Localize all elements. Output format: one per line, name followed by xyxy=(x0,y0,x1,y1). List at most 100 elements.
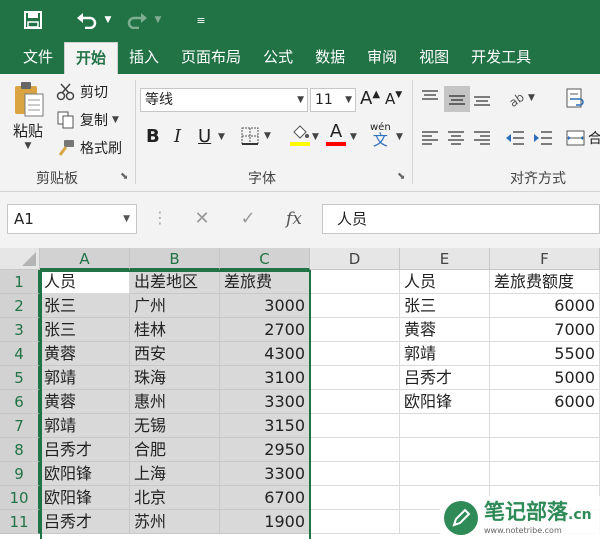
cell-d2[interactable] xyxy=(310,294,400,318)
column-header-a[interactable]: A xyxy=(40,248,130,270)
tab-data[interactable]: 数据 xyxy=(304,42,356,74)
cell-f2[interactable]: 6000 xyxy=(490,294,600,318)
cell-d5[interactable] xyxy=(310,366,400,390)
tab-review[interactable]: 审阅 xyxy=(356,42,408,74)
decrease-indent-button[interactable] xyxy=(504,128,526,148)
undo-dropdown-icon[interactable]: ▼ xyxy=(102,5,114,35)
column-header-d[interactable]: D xyxy=(310,248,400,270)
save-icon[interactable] xyxy=(18,5,48,35)
name-box[interactable]: A1 ▼ xyxy=(7,204,137,234)
cell-e7[interactable] xyxy=(400,414,490,438)
row-header-11[interactable]: 11 xyxy=(0,510,40,534)
cell-a9[interactable]: 欧阳锋 xyxy=(40,462,130,486)
tab-developer[interactable]: 开发工具 xyxy=(460,42,542,74)
cell-a5[interactable]: 郭靖 xyxy=(40,366,130,390)
cell-d8[interactable] xyxy=(310,438,400,462)
redo-icon[interactable] xyxy=(122,5,152,35)
cell-c4[interactable]: 4300 xyxy=(220,342,310,366)
name-box-dropdown-icon[interactable]: ▼ xyxy=(123,205,130,233)
cell-e4[interactable]: 郭靖 xyxy=(400,342,490,366)
cell-f4[interactable]: 5500 xyxy=(490,342,600,366)
font-size-box[interactable]: 11 ▼ xyxy=(310,88,356,112)
cell-a2[interactable]: 张三 xyxy=(40,294,130,318)
cell-f3[interactable]: 7000 xyxy=(490,318,600,342)
fill-color-dropdown-icon[interactable]: ▼ xyxy=(312,132,319,142)
align-right-button[interactable] xyxy=(472,128,492,148)
paste-button[interactable]: 粘贴 ▼ xyxy=(8,80,48,151)
shrink-font-button[interactable]: A ▼ xyxy=(385,90,402,108)
cell-f9[interactable] xyxy=(490,462,600,486)
row-header-8[interactable]: 8 xyxy=(0,438,40,462)
cell-c2[interactable]: 3000 xyxy=(220,294,310,318)
row-header-3[interactable]: 3 xyxy=(0,318,40,342)
cell-a7[interactable]: 郭靖 xyxy=(40,414,130,438)
format-painter-button[interactable]: 格式刷 xyxy=(56,138,122,158)
tab-formulas[interactable]: 公式 xyxy=(252,42,304,74)
align-middle-button[interactable] xyxy=(444,86,470,112)
cancel-button[interactable]: ✕ xyxy=(188,206,216,232)
phonetic-dropdown-icon[interactable]: ▼ xyxy=(396,132,403,142)
cell-f1[interactable]: 差旅费额度 xyxy=(490,270,600,294)
cell-f5[interactable]: 5000 xyxy=(490,366,600,390)
cell-c8[interactable]: 2950 xyxy=(220,438,310,462)
cell-d10[interactable] xyxy=(310,486,400,510)
copy-button[interactable]: 复制 ▼ xyxy=(56,110,119,130)
tab-home[interactable]: 开始 xyxy=(64,42,119,74)
bold-button[interactable]: B xyxy=(146,126,160,147)
tab-view[interactable]: 视图 xyxy=(408,42,460,74)
align-left-button[interactable] xyxy=(420,128,440,148)
cell-d11[interactable] xyxy=(310,510,400,534)
orientation-button[interactable]: ab ▼ xyxy=(506,88,535,108)
row-header-1[interactable]: 1 xyxy=(0,270,40,294)
font-name-dropdown-icon[interactable]: ▼ xyxy=(297,89,304,111)
row-header-4[interactable]: 4 xyxy=(0,342,40,366)
cell-b8[interactable]: 合肥 xyxy=(130,438,220,462)
redo-dropdown-icon[interactable]: ▼ xyxy=(152,5,164,35)
tab-page-layout[interactable]: 页面布局 xyxy=(170,42,252,74)
cell-e8[interactable] xyxy=(400,438,490,462)
cell-c10[interactable]: 6700 xyxy=(220,486,310,510)
cell-c6[interactable]: 3300 xyxy=(220,390,310,414)
column-header-b[interactable]: B xyxy=(130,248,220,270)
cell-f6[interactable]: 6000 xyxy=(490,390,600,414)
cell-a11[interactable]: 吕秀才 xyxy=(40,510,130,534)
font-size-dropdown-icon[interactable]: ▼ xyxy=(345,89,352,111)
cell-a3[interactable]: 张三 xyxy=(40,318,130,342)
italic-button[interactable]: I xyxy=(174,126,181,147)
fill-color-button[interactable] xyxy=(290,124,310,146)
cell-e2[interactable]: 张三 xyxy=(400,294,490,318)
align-top-button[interactable] xyxy=(420,88,440,108)
cell-e1[interactable]: 人员 xyxy=(400,270,490,294)
insert-function-button[interactable]: fx xyxy=(280,206,308,232)
font-launcher-icon[interactable]: ⬊ xyxy=(397,171,405,182)
clipboard-launcher-icon[interactable]: ⬊ xyxy=(120,171,128,182)
customize-icon[interactable]: ≡ xyxy=(186,5,216,35)
cell-a1[interactable]: 人员 xyxy=(40,270,130,294)
cell-c7[interactable]: 3150 xyxy=(220,414,310,438)
row-header-5[interactable]: 5 xyxy=(0,366,40,390)
wrap-text-button[interactable] xyxy=(566,88,588,108)
formula-input[interactable]: 人员 xyxy=(322,204,600,234)
enter-button[interactable]: ✓ xyxy=(234,206,262,232)
underline-dropdown-icon[interactable]: ▼ xyxy=(218,132,225,142)
grow-font-button[interactable]: A ▲ xyxy=(360,88,380,109)
cell-b11[interactable]: 苏州 xyxy=(130,510,220,534)
cell-c9[interactable]: 3300 xyxy=(220,462,310,486)
cell-d3[interactable] xyxy=(310,318,400,342)
cell-b7[interactable]: 无锡 xyxy=(130,414,220,438)
formula-bar-grip-icon[interactable]: ⋮ xyxy=(152,210,168,226)
cell-d9[interactable] xyxy=(310,462,400,486)
cell-d4[interactable] xyxy=(310,342,400,366)
increase-indent-button[interactable] xyxy=(532,128,554,148)
cell-b9[interactable]: 上海 xyxy=(130,462,220,486)
tab-insert[interactable]: 插入 xyxy=(118,42,170,74)
cell-b5[interactable]: 珠海 xyxy=(130,366,220,390)
cell-e3[interactable]: 黄蓉 xyxy=(400,318,490,342)
cell-b6[interactable]: 惠州 xyxy=(130,390,220,414)
row-header-10[interactable]: 10 xyxy=(0,486,40,510)
underline-button[interactable]: U xyxy=(198,126,211,147)
cell-c3[interactable]: 2700 xyxy=(220,318,310,342)
row-header-6[interactable]: 6 xyxy=(0,390,40,414)
undo-icon[interactable] xyxy=(72,5,102,35)
cell-b10[interactable]: 北京 xyxy=(130,486,220,510)
